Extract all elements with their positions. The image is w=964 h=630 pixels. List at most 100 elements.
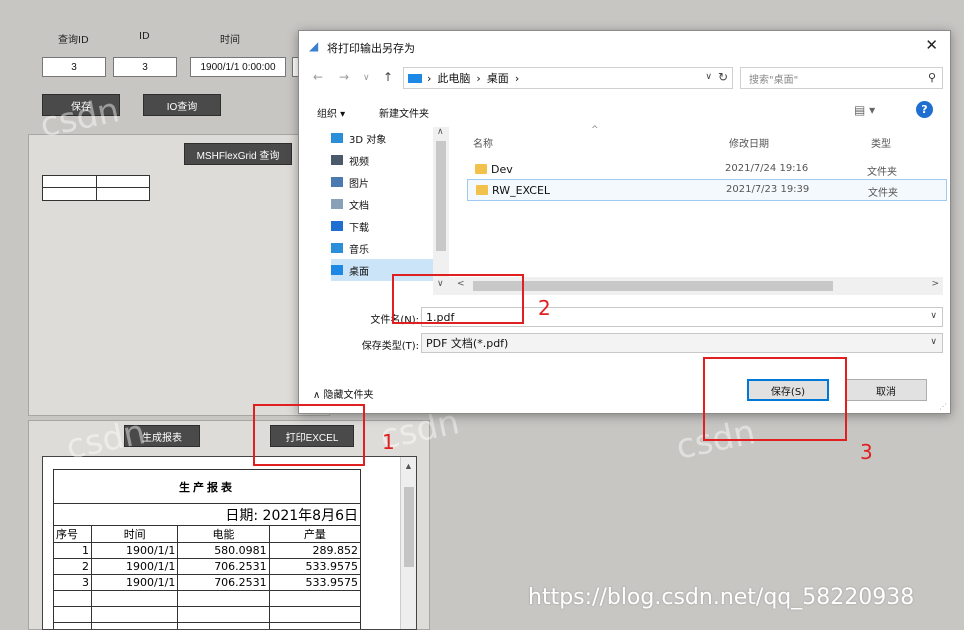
view-options-icon[interactable]: ▤ ▾ (854, 103, 875, 117)
recent-locations-icon[interactable]: ∨ (363, 73, 370, 83)
chevron-right-icon[interactable]: > (931, 279, 939, 289)
table-row: 3 1900/1/1 706.2531 533.9575 (53, 574, 362, 591)
new-folder-button[interactable]: 新建文件夹 (379, 105, 429, 120)
annotation-box-1 (253, 404, 365, 466)
search-input[interactable]: 搜索"桌面" ⚲ (740, 67, 943, 89)
scroll-thumb[interactable] (404, 487, 414, 567)
flexgrid-query-button[interactable]: MSHFlexGrid 查询 (184, 143, 292, 165)
report-cell: 289.852 (268, 542, 362, 559)
search-placeholder: 搜索"桌面" (749, 74, 799, 86)
nav-bar: ← → ∨ ↑ › 此电脑 › 桌面 › ∨ ↻ 搜索"桌面" ⚲ (299, 65, 950, 91)
breadcrumb-item[interactable]: 此电脑 (437, 70, 470, 86)
report-header: 产量 (268, 525, 362, 543)
tree-item-music[interactable]: 音乐 (331, 237, 445, 259)
tree-item-downloads[interactable]: 下载 (331, 215, 445, 237)
table-row: 2 1900/1/1 706.2531 533.9575 (53, 558, 362, 575)
table-row (53, 622, 362, 629)
report-cell: 706.2531 (177, 558, 270, 575)
save-button[interactable]: 保存 (42, 94, 120, 116)
refresh-icon[interactable]: ↻ (718, 70, 728, 84)
resize-grip-icon[interactable]: ⋰ (939, 402, 947, 411)
cube-icon (331, 133, 343, 143)
report-cell: 706.2531 (177, 574, 270, 591)
time-input[interactable]: 1900/1/1 0:00:00 (190, 57, 286, 77)
chevron-up-icon[interactable]: ∧ (437, 127, 444, 137)
report-sheet: 生产报表 日期: 2021年8月6日 序号 时间 电能 产量 1 1900/1/… (42, 456, 417, 630)
generate-report-button[interactable]: 生成报表 (124, 425, 200, 447)
chevron-down-icon[interactable]: ∨ (705, 72, 712, 82)
filetype-label: 保存类型(T): (361, 341, 419, 352)
forward-arrow-icon[interactable]: → (339, 70, 349, 84)
report-cell: 2 (53, 558, 92, 575)
report-cell: 580.0981 (177, 542, 270, 559)
file-row-dev[interactable]: Dev 2021/7/24 19:16 文件夹 (467, 159, 947, 181)
id-label: ID (139, 31, 150, 42)
query-id-input[interactable]: 3 (42, 57, 106, 77)
annotation-number-2: 2 (538, 296, 551, 320)
tree-item-3d-objects[interactable]: 3D 对象 (331, 127, 445, 149)
file-row-rw-excel[interactable]: RW_EXCEL 2021/7/23 19:39 文件夹 (467, 179, 947, 201)
scroll-thumb[interactable] (436, 141, 446, 251)
cancel-button[interactable]: 取消 (845, 379, 927, 401)
tree-item-documents[interactable]: 文档 (331, 193, 445, 215)
tree-scrollbar[interactable]: ∧ (433, 127, 449, 287)
column-date[interactable]: 修改日期 (729, 135, 769, 150)
filetype-select[interactable]: PDF 文档(*.pdf) ∨ (421, 333, 943, 353)
dialog-toolbar: 组织 ▾ 新建文件夹 ▤ ▾ ? (299, 99, 950, 123)
tree-item-pictures[interactable]: 图片 (331, 171, 445, 193)
report-table: 生产报表 日期: 2021年8月6日 序号 时间 电能 产量 1 1900/1/… (53, 469, 362, 629)
folder-icon (475, 164, 487, 174)
help-icon[interactable]: ? (916, 101, 933, 118)
scroll-thumb[interactable] (473, 281, 833, 291)
up-arrow-icon[interactable]: ↑ (383, 70, 393, 84)
report-cell: 1900/1/1 (90, 558, 179, 575)
report-header: 序号 (53, 525, 92, 543)
annotation-number-1: 1 (382, 430, 395, 454)
annotation-number-3: 3 (860, 440, 873, 464)
report-header: 电能 (177, 525, 270, 543)
chevron-down-icon[interactable]: ∨ (930, 311, 937, 321)
computer-icon (408, 73, 422, 83)
hide-folders-toggle[interactable]: ∧ 隐藏文件夹 (313, 386, 374, 401)
time-label: 时间 (220, 35, 240, 46)
report-date: 日期: 2021年8月6日 (53, 503, 361, 526)
column-type[interactable]: 类型 (871, 135, 891, 150)
annotation-box-3 (703, 357, 847, 441)
breadcrumb-item[interactable]: 桌面 (487, 70, 509, 86)
report-scrollbar[interactable]: ▲ (400, 457, 416, 629)
report-cell: 1900/1/1 (90, 574, 179, 591)
download-icon (331, 221, 343, 231)
desktop-icon (331, 265, 343, 275)
report-header: 时间 (90, 525, 179, 543)
video-icon (331, 155, 343, 165)
chevron-down-icon[interactable]: ∨ (930, 337, 937, 347)
dialog-titlebar[interactable]: ◢ 将打印输出另存为 ✕ (299, 31, 950, 61)
tree-item-videos[interactable]: 视频 (331, 149, 445, 171)
table-row: 1 1900/1/1 580.0981 289.852 (53, 542, 362, 559)
io-query-button[interactable]: IO查询 (143, 94, 221, 116)
flexgrid[interactable] (42, 175, 150, 201)
table-row (53, 590, 362, 607)
music-icon (331, 243, 343, 253)
picture-icon (331, 177, 343, 187)
chevron-up-icon[interactable]: ▲ (404, 461, 413, 471)
report-header-row: 序号 时间 电能 产量 (53, 525, 362, 543)
column-name[interactable]: 名称 (473, 135, 493, 150)
table-row (53, 606, 362, 623)
report-title: 生产报表 (53, 469, 361, 504)
print-icon: ◢ (309, 39, 319, 53)
sort-up-icon: ^ (591, 125, 599, 135)
report-cell: 533.9575 (268, 558, 362, 575)
search-icon: ⚲ (927, 71, 936, 84)
report-cell: 3 (53, 574, 92, 591)
organize-menu[interactable]: 组织 ▾ (317, 105, 345, 120)
query-id-label: 查询ID (58, 35, 89, 46)
close-icon[interactable]: ✕ (925, 36, 938, 54)
report-cell: 1900/1/1 (90, 542, 179, 559)
dialog-title: 将打印输出另存为 (327, 42, 415, 55)
id-input[interactable]: 3 (113, 57, 177, 77)
url-watermark: https://blog.csdn.net/qq_58220938 (528, 585, 915, 610)
address-bar[interactable]: › 此电脑 › 桌面 › ∨ ↻ (403, 67, 733, 89)
back-arrow-icon[interactable]: ← (313, 70, 323, 84)
save-as-dialog: ◢ 将打印输出另存为 ✕ ← → ∨ ↑ › 此电脑 › 桌面 › ∨ ↻ 搜索… (298, 30, 951, 414)
